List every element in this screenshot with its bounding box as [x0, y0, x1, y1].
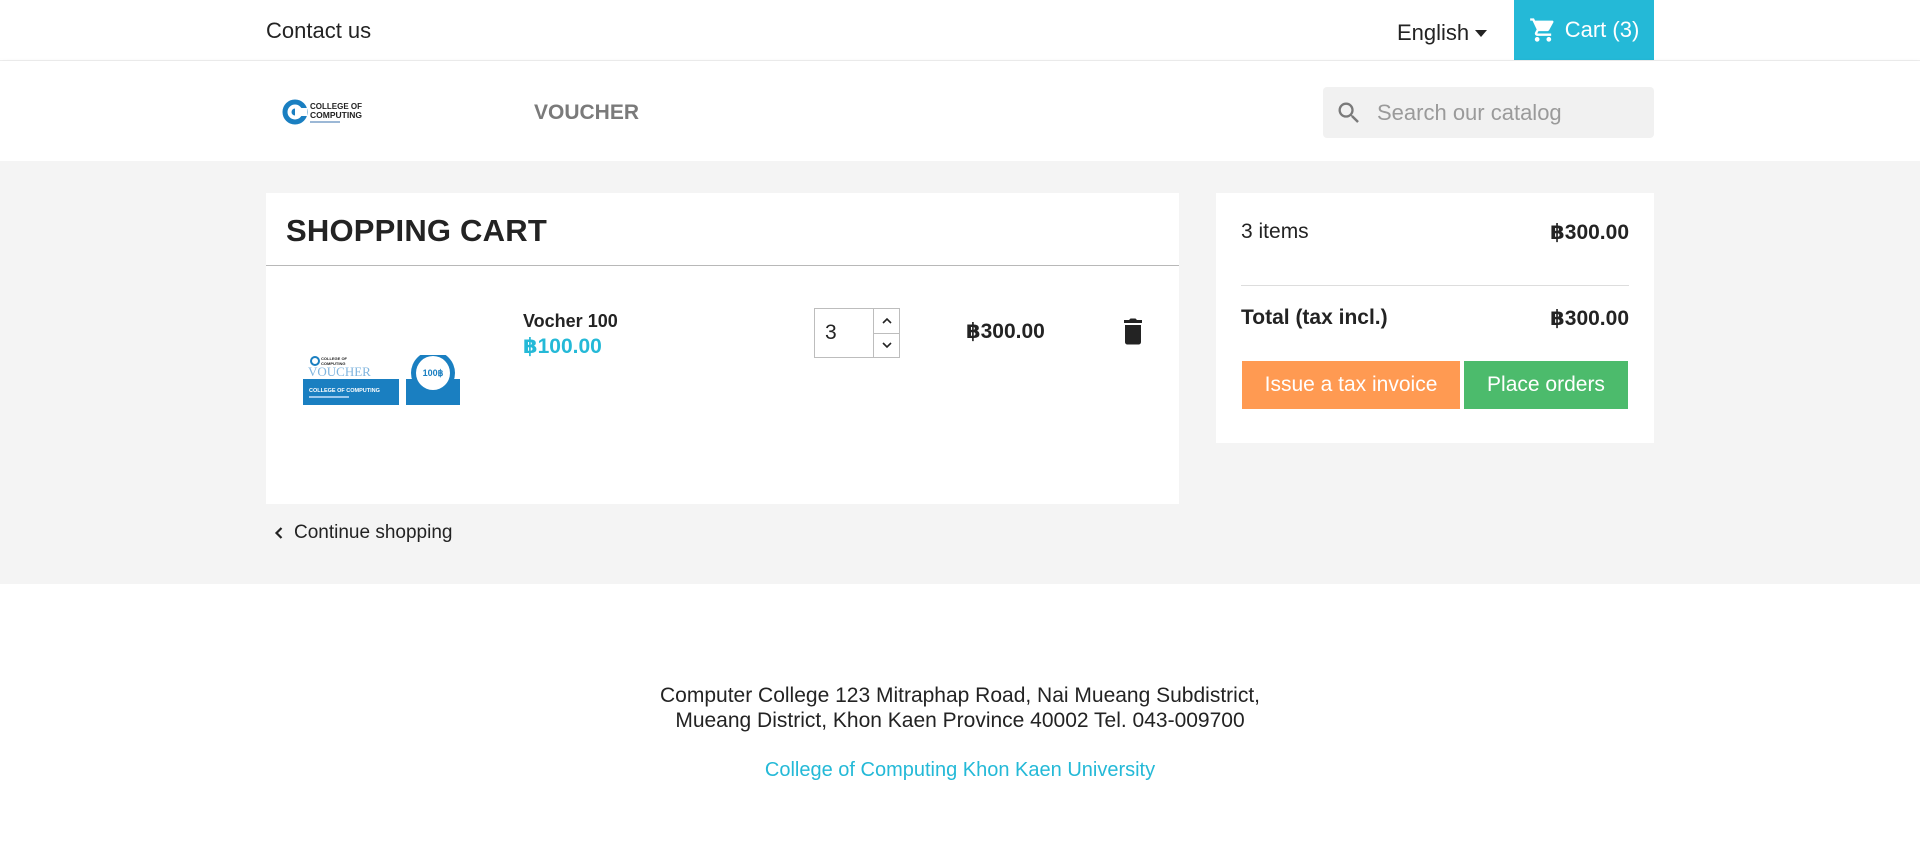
summary-total-label: Total (tax incl.)	[1241, 306, 1388, 329]
remove-item-button[interactable]	[1121, 317, 1145, 345]
shopping-cart-icon	[1529, 18, 1554, 42]
product-image[interactable]: COLLEGE OF COMPUTING VOUCHER COLLEGE OF …	[303, 355, 463, 417]
footer-address: Computer College 123 Mitraphap Road, Nai…	[0, 683, 1920, 733]
footer-university-link[interactable]: College of Computing Khon Kaen Universit…	[0, 759, 1920, 782]
footer-address-line1: Computer College 123 Mitraphap Road, Nai…	[660, 684, 1260, 707]
top-bar: Contact us English Cart (3)	[0, 0, 1920, 61]
product-image-badge: 100฿	[423, 368, 444, 378]
summary-total-value: ฿300.00	[1550, 307, 1629, 330]
cart-divider	[266, 265, 1179, 266]
search-input[interactable]	[1377, 99, 1637, 126]
cart-label: Cart (3)	[1564, 17, 1640, 42]
summary-divider	[1241, 285, 1629, 286]
cart-panel: SHOPPING CART COLLEGE OF COMPUTING VOUCH…	[266, 193, 1179, 504]
place-orders-button[interactable]: Place orders	[1464, 361, 1628, 409]
quantity-increase-button[interactable]	[874, 309, 899, 334]
product-image-word: VOUCHER	[308, 364, 371, 379]
chevron-left-icon	[274, 527, 283, 539]
contact-us-link[interactable]: Contact us	[266, 18, 371, 44]
summary-items-label: 3 items	[1241, 220, 1309, 243]
search-icon[interactable]	[1335, 99, 1363, 127]
product-name[interactable]: Vocher 100	[523, 311, 618, 332]
page-title: SHOPPING CART	[286, 213, 547, 248]
logo-text-line2: COMPUTING	[310, 110, 362, 120]
chevron-up-icon	[881, 317, 892, 324]
college-of-computing-logo[interactable]: COLLEGE OF COMPUTING	[282, 96, 374, 128]
chevron-down-icon	[881, 342, 892, 349]
trash-icon	[1124, 318, 1142, 345]
cart-summary: 3 items ฿300.00 Total (tax incl.) ฿300.0…	[1216, 193, 1654, 443]
caret-down-icon	[1475, 29, 1488, 37]
quantity-buttons	[873, 309, 899, 357]
nav-voucher[interactable]: VOUCHER	[534, 101, 639, 125]
product-unit-price: ฿100.00	[523, 335, 602, 358]
footer-address-line2: Mueang District, Khon Kaen Province 4000…	[675, 709, 1245, 732]
quantity-decrease-button[interactable]	[874, 334, 899, 358]
summary-items-value: ฿300.00	[1550, 221, 1629, 244]
quantity-input[interactable]	[815, 309, 873, 357]
cart-button[interactable]: Cart (3)	[1514, 0, 1654, 60]
product-line-total: ฿300.00	[966, 320, 1045, 343]
continue-shopping-label: Continue shopping	[294, 522, 453, 543]
language-label: English	[1397, 20, 1470, 45]
product-image-banner: COLLEGE OF COMPUTING	[309, 388, 380, 394]
search-bar	[1323, 87, 1654, 138]
main-header: COLLEGE OF COMPUTING VOUCHER	[0, 61, 1920, 161]
quantity-stepper	[814, 308, 900, 358]
issue-tax-invoice-button[interactable]: Issue a tax invoice	[1242, 361, 1460, 409]
continue-shopping-link[interactable]: Continue shopping	[272, 522, 452, 544]
language-selector[interactable]: English	[1397, 20, 1488, 46]
main-content: SHOPPING CART COLLEGE OF COMPUTING VOUCH…	[0, 161, 1920, 584]
